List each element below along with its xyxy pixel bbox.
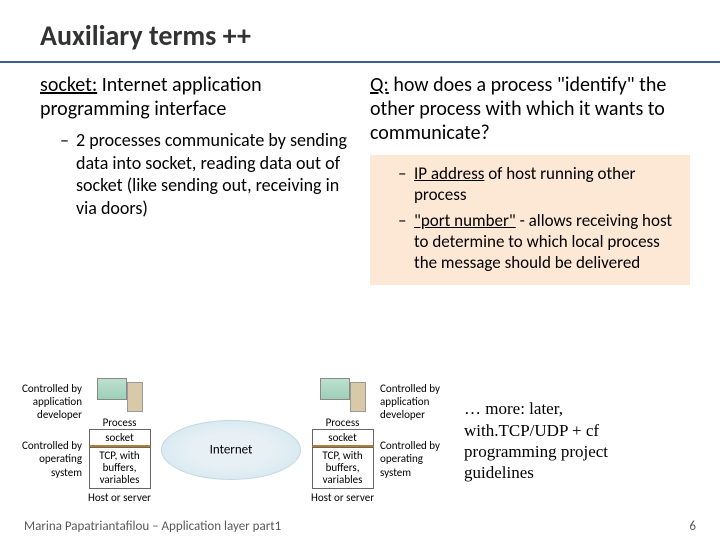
slide-title: Auxiliary terms ++	[0, 0, 720, 61]
process-label: Process	[103, 416, 137, 429]
ctrl-os-label: Controlled by operating system	[380, 439, 452, 479]
right-column: Q: how does a process "identify" the oth…	[370, 73, 690, 285]
q-text: how does a process "identify" the other …	[370, 73, 666, 145]
title-divider	[0, 61, 720, 63]
socket-diagram: Controlled by application developer Cont…	[0, 378, 720, 504]
ctrl-app-dev-label: Controlled by application developer	[380, 382, 452, 422]
slide-footer: Marina Papatriantafilou – Application la…	[24, 519, 696, 534]
more-note: … more: later, with.TCP/UDP + cf program…	[452, 398, 612, 483]
internet-cloud-wrap: Internet	[151, 402, 311, 480]
right-control-labels: Controlled by application developer Cont…	[380, 378, 452, 479]
right-host: Process socket TCP, with buffers, variab…	[311, 378, 374, 504]
footer-author: Marina Papatriantafilou – Application la…	[24, 519, 281, 534]
socket-box: socket	[312, 429, 374, 447]
computer-icon	[97, 378, 143, 414]
q-label: Q:	[370, 73, 389, 97]
host-caption: Host or server	[88, 491, 151, 504]
left-bullet-1: – 2 processes communicate by sending dat…	[40, 127, 360, 221]
right-bullet-1: – IP address of host running other proce…	[378, 161, 682, 208]
bullet-dash: –	[60, 129, 76, 219]
host-caption: Host or server	[311, 491, 374, 504]
page-number: 6	[689, 519, 696, 534]
left-control-labels: Controlled by application developer Cont…	[10, 378, 82, 479]
left-column: socket: Internet application programming…	[40, 73, 360, 285]
content-columns: socket: Internet application programming…	[0, 73, 720, 285]
computer-icon	[320, 378, 366, 414]
left-bullet-1-text: 2 processes communicate by sending data …	[76, 129, 360, 219]
right-bullet-2: – "port number" - allows receiving host …	[378, 208, 682, 276]
right-bullet-1-text: IP address of host running other process	[414, 163, 682, 206]
left-host-group: Controlled by application developer Cont…	[10, 378, 151, 504]
right-host-group: Process socket TCP, with buffers, variab…	[311, 378, 452, 504]
tcp-box: TCP, with buffers, variables	[89, 447, 151, 489]
socket-term: socket:	[40, 73, 97, 97]
ctrl-app-dev-label: Controlled by application developer	[10, 382, 82, 422]
socket-box: socket	[89, 429, 151, 447]
left-host: Process socket TCP, with buffers, variab…	[88, 378, 151, 504]
process-label: Process	[326, 416, 360, 429]
right-bullet-2-text: "port number" - allows receiving host to…	[414, 210, 682, 274]
question-heading: Q: how does a process "identify" the oth…	[370, 73, 690, 151]
ctrl-os-label: Controlled by operating system	[10, 439, 82, 479]
bullet-dash: –	[398, 210, 414, 274]
internet-label: Internet	[210, 442, 253, 457]
tcp-box: TCP, with buffers, variables	[312, 447, 374, 489]
socket-heading: socket: Internet application programming…	[40, 73, 360, 127]
cloud-icon: Internet	[161, 420, 301, 480]
answer-box: – IP address of host running other proce…	[370, 155, 690, 285]
bullet-dash: –	[398, 163, 414, 206]
